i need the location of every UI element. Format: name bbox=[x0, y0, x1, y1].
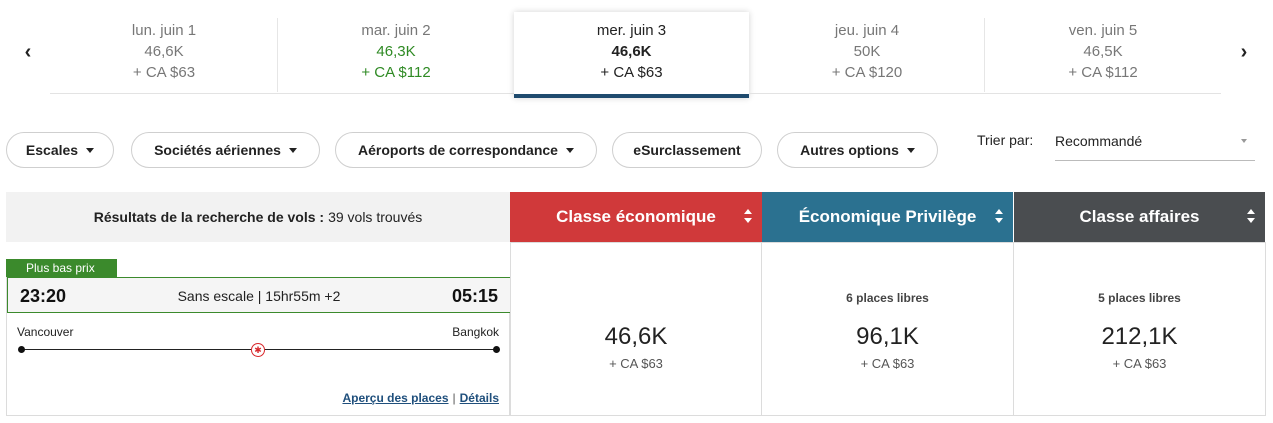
date-option-jun-5[interactable]: ven. juin 5 46,5K + CA $112 bbox=[985, 12, 1221, 94]
caret-down-icon bbox=[86, 147, 95, 153]
sort-arrows-icon bbox=[744, 209, 752, 225]
fare-points: 46,6K bbox=[604, 323, 668, 350]
cabin-economy-header[interactable]: Classe économique bbox=[510, 192, 762, 242]
lowest-price-badge: Plus bas prix bbox=[6, 259, 117, 277]
flight-card: 23:20 Sans escale | 15hr55m +2 05:15 Van… bbox=[6, 277, 511, 416]
upgrade-filter-button[interactable]: eSurclassement bbox=[612, 132, 762, 168]
fare-points: 96,1K bbox=[856, 323, 919, 350]
date-label: ven. juin 5 bbox=[1068, 22, 1138, 39]
date-points: 46,6K bbox=[144, 43, 184, 60]
caret-down-icon bbox=[906, 147, 915, 153]
details-link[interactable]: Détails bbox=[460, 391, 499, 405]
sort-arrows-icon bbox=[995, 209, 1003, 225]
date-label: mer. juin 3 bbox=[596, 22, 667, 39]
date-points: 46,3K bbox=[376, 43, 416, 60]
sort-label: Trier par: bbox=[977, 132, 1034, 148]
date-tax: + CA $112 bbox=[1068, 64, 1138, 81]
date-label: mar. juin 2 bbox=[361, 22, 431, 39]
fare-points: 212,1K bbox=[1101, 323, 1178, 350]
date-option-jun-1[interactable]: lun. juin 1 46,6K + CA $63 bbox=[50, 12, 278, 94]
connection-airports-filter-label: Aéroports de correspondance bbox=[358, 142, 558, 158]
fare-premium-economy[interactable]: 6 places libres 96,1K + CA $63 bbox=[762, 242, 1014, 416]
date-tax: + CA $112 bbox=[361, 64, 431, 81]
fare-tax: + CA $63 bbox=[609, 356, 663, 371]
fare-economy[interactable]: 46,6K + CA $63 bbox=[510, 242, 762, 416]
sort-select[interactable]: Recommandé bbox=[1055, 125, 1255, 161]
fare-seats: 6 places libres bbox=[846, 291, 929, 305]
date-option-jun-4[interactable]: jeu. juin 4 50K + CA $120 bbox=[749, 12, 985, 94]
destination-dot bbox=[493, 346, 500, 353]
next-dates-icon[interactable]: › bbox=[1234, 40, 1254, 64]
maple-leaf-icon: ✱ bbox=[251, 343, 265, 357]
flight-links: Aperçu des places | Détails bbox=[342, 391, 499, 405]
flight-times-bar: 23:20 Sans escale | 15hr55m +2 05:15 bbox=[7, 277, 511, 313]
date-tax: + CA $63 bbox=[132, 64, 196, 81]
link-separator: | bbox=[452, 391, 456, 405]
sort-value: Recommandé bbox=[1055, 133, 1143, 149]
date-tax: + CA $63 bbox=[600, 64, 663, 81]
stops-filter-label: Escales bbox=[25, 142, 79, 158]
results-count: 39 vols trouvés bbox=[328, 209, 423, 225]
destination-city: Bangkok bbox=[452, 325, 499, 339]
fare-business[interactable]: 5 places libres 212,1K + CA $63 bbox=[1014, 242, 1266, 416]
cabin-economy-label: Classe économique bbox=[556, 207, 716, 226]
date-label: lun. juin 1 bbox=[131, 22, 197, 39]
more-options-button[interactable]: Autres options bbox=[777, 132, 938, 168]
airlines-filter-button[interactable]: Sociétés aériennes bbox=[131, 132, 320, 168]
results-label: Résultats de la recherche de vols : bbox=[93, 209, 325, 225]
date-label: jeu. juin 4 bbox=[834, 22, 900, 39]
date-points: 46,5K bbox=[1083, 43, 1123, 60]
more-options-label: Autres options bbox=[800, 142, 899, 158]
connection-airports-filter-button[interactable]: Aéroports de correspondance bbox=[335, 132, 597, 168]
origin-city: Vancouver bbox=[17, 325, 74, 339]
fare-tax: + CA $63 bbox=[860, 356, 915, 371]
flight-duration-info: Sans escale | 15hr55m +2 bbox=[177, 288, 341, 304]
results-summary: Résultats de la recherche de vols : 39 v… bbox=[6, 192, 510, 242]
upgrade-filter-label: eSurclassement bbox=[633, 142, 741, 158]
date-option-jun-2[interactable]: mar. juin 2 46,3K + CA $112 bbox=[278, 12, 514, 94]
cabin-premium-economy-header[interactable]: Économique Privilège bbox=[762, 192, 1013, 242]
cabin-premium-economy-label: Économique Privilège bbox=[798, 207, 977, 226]
fare-seats: 5 places libres bbox=[1098, 291, 1181, 305]
date-points: 50K bbox=[853, 43, 881, 60]
cabin-business-header[interactable]: Classe affaires bbox=[1014, 192, 1265, 242]
caret-down-icon bbox=[288, 147, 297, 153]
date-strip: ‹ lun. juin 1 46,6K + CA $63 mar. juin 2… bbox=[0, 0, 1273, 100]
arrival-time: 05:15 bbox=[451, 286, 498, 306]
previous-dates-icon[interactable]: ‹ bbox=[18, 40, 38, 64]
origin-dot bbox=[18, 346, 25, 353]
sort-arrows-icon bbox=[1247, 209, 1255, 225]
date-option-jun-3-selected[interactable]: mer. juin 3 46,6K + CA $63 bbox=[514, 12, 749, 98]
caret-down-icon bbox=[565, 147, 574, 153]
cabin-business-label: Classe affaires bbox=[1079, 207, 1200, 226]
caret-down-icon bbox=[1241, 139, 1247, 143]
fare-tax: + CA $63 bbox=[1112, 356, 1167, 371]
stops-filter-button[interactable]: Escales bbox=[6, 132, 114, 168]
date-tax: + CA $120 bbox=[831, 64, 903, 81]
seat-map-link[interactable]: Aperçu des places bbox=[342, 391, 448, 405]
airlines-filter-label: Sociétés aériennes bbox=[154, 142, 281, 158]
date-points: 46,6K bbox=[611, 43, 652, 60]
